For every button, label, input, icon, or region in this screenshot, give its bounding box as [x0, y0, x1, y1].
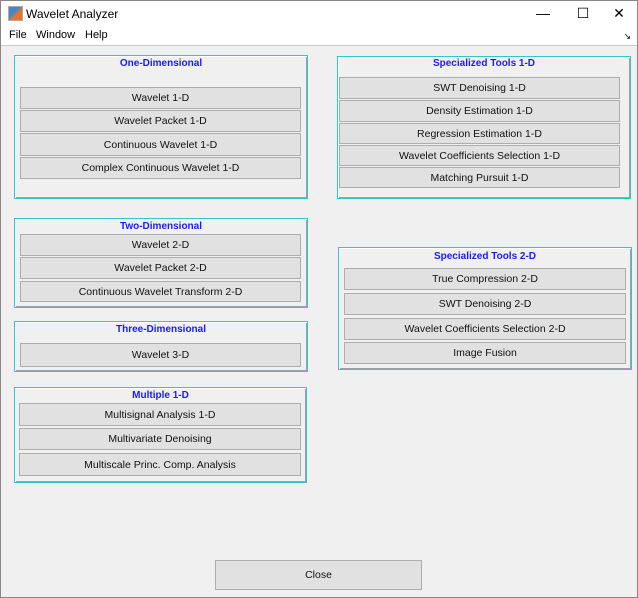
multivariate-denoising-button[interactable]: Multivariate Denoising: [19, 428, 301, 450]
panel-title: Specialized Tools 2-D: [433, 251, 537, 262]
wavelet-coefficients-selection-1d-button[interactable]: Wavelet Coefficients Selection 1-D: [339, 145, 620, 166]
window-title: Wavelet Analyzer: [26, 7, 119, 21]
close-button[interactable]: Close: [215, 560, 422, 590]
wavelet-3d-button[interactable]: Wavelet 3-D: [20, 343, 301, 367]
matching-pursuit-1d-button[interactable]: Matching Pursuit 1-D: [339, 167, 620, 188]
close-window-button[interactable]: ✕: [599, 3, 638, 23]
wavelet-1d-button[interactable]: Wavelet 1-D: [20, 87, 301, 109]
wavelet-coefficients-selection-2d-button[interactable]: Wavelet Coefficients Selection 2-D: [344, 318, 626, 340]
menu-bar: File Window Help ↘: [1, 25, 637, 46]
continuous-wavelet-1d-button[interactable]: Continuous Wavelet 1-D: [20, 133, 301, 156]
maximize-button[interactable]: ☐: [563, 3, 603, 23]
regression-estimation-1d-button[interactable]: Regression Estimation 1-D: [339, 123, 620, 144]
menu-help[interactable]: Help: [85, 29, 108, 41]
true-compression-2d-button[interactable]: True Compression 2-D: [344, 268, 626, 290]
wavelet-2d-button[interactable]: Wavelet 2-D: [20, 234, 301, 256]
wavelet-packet-2d-button[interactable]: Wavelet Packet 2-D: [20, 257, 301, 279]
continuous-wavelet-transform-2d-button[interactable]: Continuous Wavelet Transform 2-D: [20, 281, 301, 302]
minimize-button[interactable]: —: [523, 3, 563, 23]
dock-icon[interactable]: ↘: [623, 31, 631, 42]
panel-title: Two-Dimensional: [119, 221, 203, 232]
title-bar: Wavelet Analyzer — ☐ ✕: [1, 1, 637, 25]
panel-title: Three-Dimensional: [115, 324, 207, 335]
swt-denoising-2d-button[interactable]: SWT Denoising 2-D: [344, 293, 626, 315]
swt-denoising-1d-button[interactable]: SWT Denoising 1-D: [339, 77, 620, 99]
density-estimation-1d-button[interactable]: Density Estimation 1-D: [339, 100, 620, 122]
multiscale-pca-button[interactable]: Multiscale Princ. Comp. Analysis: [19, 453, 301, 476]
panel-title: Specialized Tools 1-D: [432, 58, 536, 69]
multisignal-analysis-1d-button[interactable]: Multisignal Analysis 1-D: [19, 403, 301, 426]
image-fusion-button[interactable]: Image Fusion: [344, 342, 626, 364]
matlab-app-icon: [8, 6, 23, 21]
panel-title: One-Dimensional: [119, 58, 203, 69]
wavelet-packet-1d-button[interactable]: Wavelet Packet 1-D: [20, 110, 301, 132]
menu-file[interactable]: File: [9, 29, 27, 41]
panel-title: Multiple 1-D: [132, 390, 189, 401]
complex-continuous-wavelet-1d-button[interactable]: Complex Continuous Wavelet 1-D: [20, 157, 301, 179]
menu-window[interactable]: Window: [36, 29, 75, 41]
